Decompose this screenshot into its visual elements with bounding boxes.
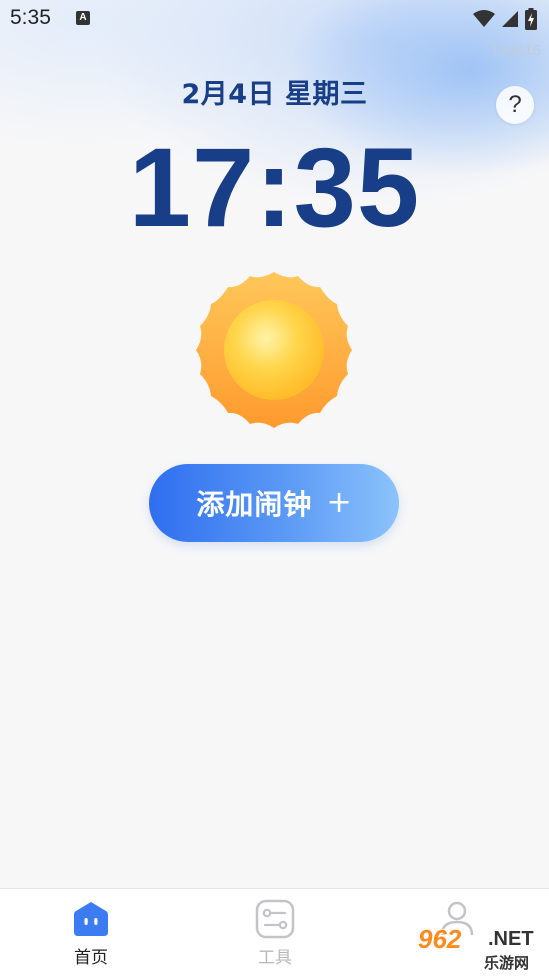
home-robot-icon xyxy=(74,902,108,936)
wifi-icon xyxy=(473,10,495,27)
version-label: 1a0e15 xyxy=(490,42,541,59)
add-alarm-label: 添加闹钟 xyxy=(196,488,313,521)
status-bar: 5:35 A xyxy=(0,0,549,40)
help-button[interactable]: ? xyxy=(496,86,534,124)
status-time: 5:35 xyxy=(10,6,51,29)
nav-item-tools[interactable]: 工具 xyxy=(225,899,325,968)
date-text: 2月4日 星期三 xyxy=(181,79,368,110)
nav-item-home[interactable]: 首页 xyxy=(41,899,141,968)
status-icons xyxy=(473,8,537,30)
signal-icon xyxy=(502,11,518,27)
plus-icon: + xyxy=(326,485,352,520)
notification-icon: A xyxy=(76,11,90,25)
clock-time: 17:35 xyxy=(128,125,421,250)
tools-icon xyxy=(255,899,295,939)
add-alarm-button[interactable]: 添加闹钟 + xyxy=(149,464,399,542)
nav-label-home: 首页 xyxy=(74,948,108,968)
sun-icon xyxy=(196,272,352,428)
nav-item-profile[interactable] xyxy=(407,899,507,939)
bottom-nav: 首页 工具 xyxy=(0,888,549,977)
profile-icon xyxy=(440,901,474,936)
nav-label-tools: 工具 xyxy=(258,948,292,968)
battery-icon xyxy=(525,8,537,30)
